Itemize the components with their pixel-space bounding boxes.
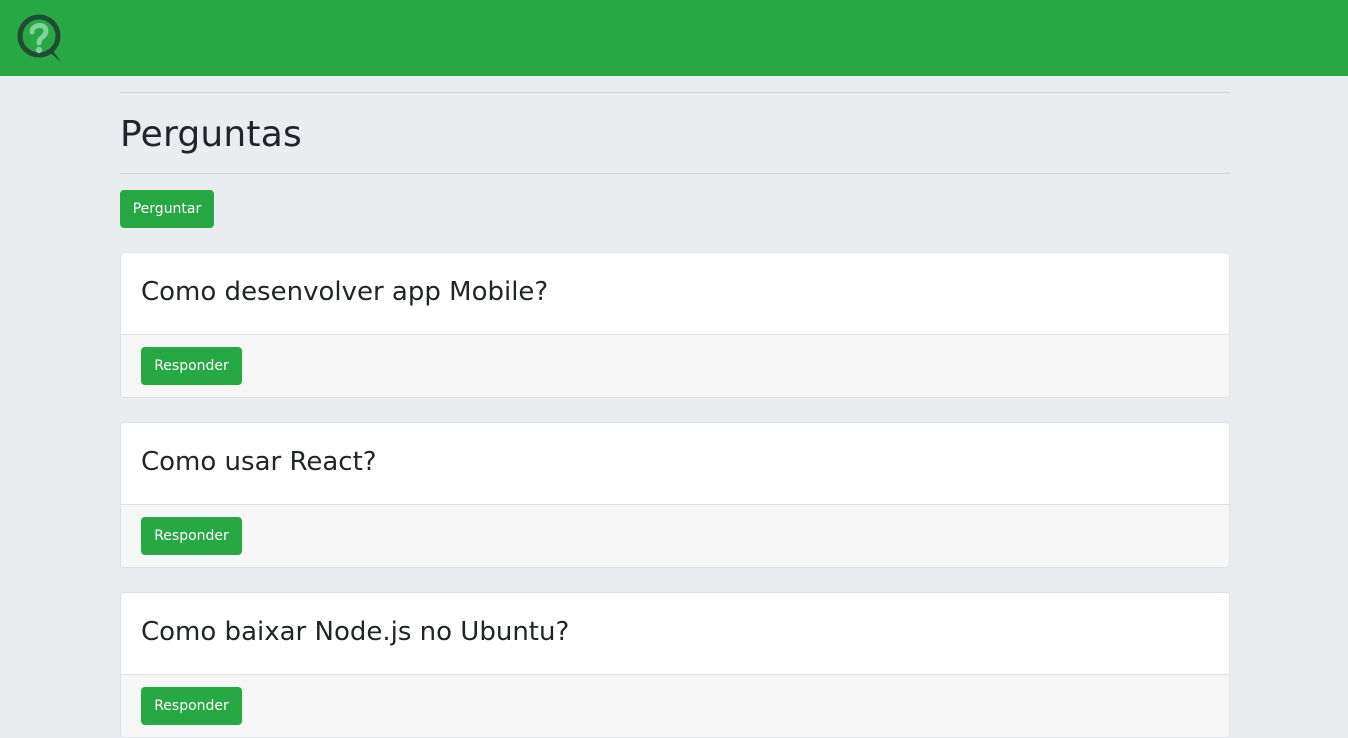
question-chat-bubble-icon <box>17 14 61 62</box>
question-title: Como desenvolver app Mobile? <box>141 277 549 307</box>
reply-button[interactable]: Responder <box>141 687 242 725</box>
question-title: Como usar React? <box>141 447 377 477</box>
question-card: Como desenvolver app Mobile? Responder <box>120 252 1230 398</box>
question-card-body: Como desenvolver app Mobile? <box>121 253 1229 334</box>
divider <box>120 173 1230 174</box>
page-title: Perguntas <box>120 114 302 155</box>
question-card-footer: Responder <box>121 504 1229 567</box>
reply-button[interactable]: Responder <box>141 347 242 385</box>
home-logo-link[interactable] <box>17 13 63 63</box>
reply-button[interactable]: Responder <box>141 517 242 555</box>
question-card: Como usar React? Responder <box>120 422 1230 568</box>
question-card-body: Como usar React? <box>121 423 1229 504</box>
question-card-footer: Responder <box>121 334 1229 397</box>
top-navbar <box>0 0 1348 76</box>
question-title: Como baixar Node.js no Ubuntu? <box>141 617 570 647</box>
question-card-body: Como baixar Node.js no Ubuntu? <box>121 593 1229 674</box>
question-card: Como baixar Node.js no Ubuntu? Responder <box>120 592 1230 738</box>
main-content: Perguntas Perguntar Como desenvolver app… <box>120 76 1230 738</box>
question-card-footer: Responder <box>121 674 1229 737</box>
ask-question-button[interactable]: Perguntar <box>120 190 214 228</box>
